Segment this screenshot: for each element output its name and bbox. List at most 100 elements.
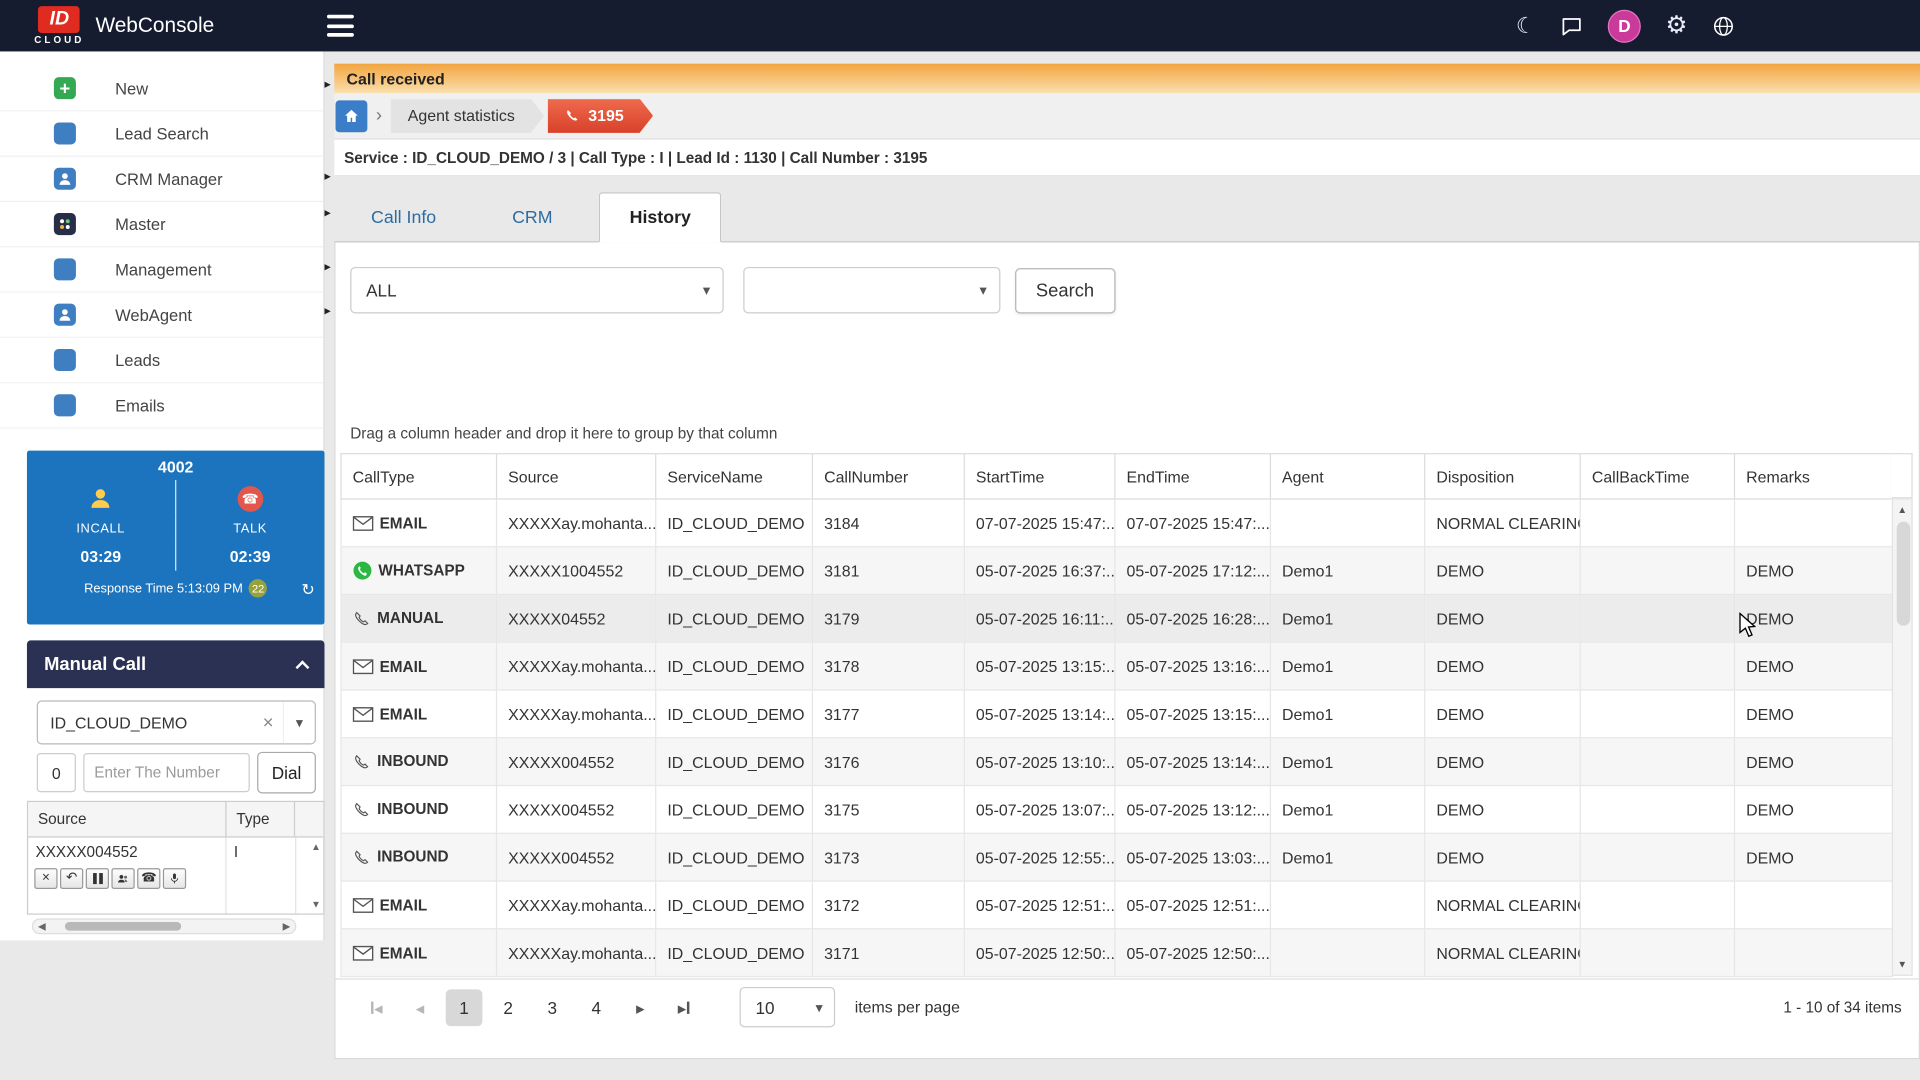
sidebar-item-leads[interactable]: Leads xyxy=(0,338,323,383)
phone-number-input[interactable] xyxy=(83,753,250,792)
service-info-text: Service : ID_CLOUD_DEMO / 3 | Call Type … xyxy=(344,149,927,166)
service-combobox[interactable]: ID_CLOUD_DEMO xyxy=(37,700,316,744)
column-header-servicename[interactable]: ServiceName xyxy=(656,454,813,499)
horizontal-scroll-thumb[interactable] xyxy=(65,922,181,931)
phone-icon: ☎ xyxy=(141,872,156,884)
phone-button[interactable]: ☎ xyxy=(137,868,160,889)
next-page-button[interactable] xyxy=(622,989,659,1026)
table-row[interactable]: EMAILXXXXXay.mohanta...ID_CLOUD_DEMO3171… xyxy=(341,929,1892,977)
tab-active-call[interactable]: 3195 xyxy=(548,99,653,133)
collapse-arrow[interactable] xyxy=(324,305,334,318)
remarks-cell: DEMO xyxy=(1734,547,1892,595)
sidebar-item-new[interactable]: +New xyxy=(0,66,323,111)
mini-column-type[interactable]: Type xyxy=(227,802,296,836)
clear-icon[interactable] xyxy=(253,712,282,733)
filter-value-dropdown[interactable] xyxy=(743,267,1000,314)
page-button-3[interactable]: 3 xyxy=(534,989,571,1026)
globe-icon[interactable] xyxy=(1712,14,1735,37)
servicename-cell: ID_CLOUD_DEMO xyxy=(656,547,813,595)
tab-crm[interactable]: CRM xyxy=(483,192,582,242)
phone-icon xyxy=(565,108,581,124)
callbacktime-cell xyxy=(1580,594,1734,642)
table-row[interactable]: INBOUNDXXXXX004552ID_CLOUD_DEMO317605-07… xyxy=(341,738,1892,786)
tab-call-info[interactable]: Call Info xyxy=(342,192,466,242)
collapse-arrow[interactable] xyxy=(324,261,334,274)
table-row[interactable]: INBOUNDXXXXX004552ID_CLOUD_DEMO317305-07… xyxy=(341,833,1892,881)
column-header-callnumber[interactable]: CallNumber xyxy=(812,454,964,499)
grid-vertical-scrollbar[interactable] xyxy=(1892,498,1913,976)
column-header-source[interactable]: Source xyxy=(497,454,656,499)
refresh-icon[interactable]: ↻ xyxy=(301,580,314,600)
settings-gear-icon[interactable]: ⚙ xyxy=(1665,13,1687,37)
collapse-arrow[interactable] xyxy=(324,207,334,220)
hold-button[interactable] xyxy=(86,868,109,889)
close-button[interactable]: × xyxy=(34,868,57,889)
scroll-down-icon[interactable] xyxy=(1897,954,1907,975)
table-row[interactable]: WHATSAPPXXXXX1004552ID_CLOUD_DEMO318105-… xyxy=(341,547,1892,595)
sidebar-item-lead-search[interactable]: Lead Search xyxy=(0,111,323,156)
prefix-input[interactable] xyxy=(37,753,76,792)
sidebar-item-master[interactable]: Master xyxy=(0,202,323,247)
column-header-endtime[interactable]: EndTime xyxy=(1115,454,1271,499)
chat-icon[interactable] xyxy=(1560,14,1583,37)
table-row[interactable]: EMAILXXXXXay.mohanta...ID_CLOUD_DEMO3172… xyxy=(341,881,1892,929)
page-button-4[interactable]: 4 xyxy=(578,989,615,1026)
grid-header-row: CallTypeSourceServiceNameCallNumberStart… xyxy=(341,454,1892,499)
previous-page-button[interactable] xyxy=(402,989,439,1026)
agent-cell: Demo1 xyxy=(1270,547,1424,595)
page-button-2[interactable]: 2 xyxy=(490,989,527,1026)
column-header-agent[interactable]: Agent xyxy=(1270,454,1424,499)
collapse-arrow[interactable] xyxy=(324,78,334,91)
column-header-callbacktime[interactable]: CallBackTime xyxy=(1580,454,1734,499)
first-page-button[interactable] xyxy=(358,989,395,1026)
search-button[interactable]: Search xyxy=(1015,268,1115,313)
mini-column-source[interactable]: Source xyxy=(28,802,226,836)
manual-call-header[interactable]: Manual Call xyxy=(27,640,325,688)
last-page-button[interactable] xyxy=(666,989,703,1026)
column-header-remarks[interactable]: Remarks xyxy=(1734,454,1892,499)
transfer-button[interactable]: ↶ xyxy=(60,868,83,889)
table-row[interactable]: EMAILXXXXXay.mohanta...ID_CLOUD_DEMO3177… xyxy=(341,690,1892,738)
table-row[interactable]: INBOUNDXXXXX004552ID_CLOUD_DEMO317505-07… xyxy=(341,786,1892,834)
scroll-up-icon[interactable] xyxy=(1897,500,1907,521)
mini-scroll-down-icon[interactable] xyxy=(311,899,321,910)
column-header-calltype[interactable]: CallType xyxy=(341,454,497,499)
app-title: WebConsole xyxy=(95,13,214,37)
menu-toggle-button[interactable] xyxy=(327,13,356,37)
column-header-starttime[interactable]: StartTime xyxy=(964,454,1115,499)
user-avatar[interactable]: D xyxy=(1608,9,1641,42)
tab-agent-statistics[interactable]: Agent statistics xyxy=(391,99,545,133)
page-size-dropdown[interactable]: 10 xyxy=(740,987,836,1027)
sidebar-item-webagent[interactable]: WebAgent xyxy=(0,293,323,338)
conference-button[interactable] xyxy=(111,868,134,889)
starttime-cell: 05-07-2025 16:37:... xyxy=(964,547,1115,595)
table-row[interactable]: EMAILXXXXXay.mohanta...ID_CLOUD_DEMO3184… xyxy=(341,499,1892,547)
calltype-label: INBOUND xyxy=(377,849,448,866)
calltype-label: EMAIL xyxy=(380,515,428,532)
page-button-1[interactable]: 1 xyxy=(446,989,483,1026)
dial-button[interactable]: Dial xyxy=(257,752,316,794)
combobox-dropdown-arrow-icon[interactable] xyxy=(283,702,315,744)
sidebar-horizontal-scrollbar[interactable] xyxy=(32,918,296,934)
table-row[interactable]: MANUALXXXXX04552ID_CLOUD_DEMO317905-07-2… xyxy=(341,594,1892,642)
mini-scroll-up-icon[interactable] xyxy=(311,841,321,852)
dark-mode-moon-icon[interactable]: ☾ xyxy=(1516,15,1536,37)
table-row[interactable]: EMAILXXXXXay.mohanta...ID_CLOUD_DEMO3178… xyxy=(341,642,1892,690)
mini-grid-header: Source Type xyxy=(28,802,323,838)
column-header-disposition[interactable]: Disposition xyxy=(1425,454,1581,499)
sidebar-item-emails[interactable]: Emails xyxy=(0,383,323,428)
collapse-arrow[interactable] xyxy=(324,170,334,183)
disposition-cell: NORMAL CLEARING xyxy=(1425,499,1581,547)
sidebar-item-management[interactable]: Management xyxy=(0,247,323,292)
home-button[interactable] xyxy=(336,100,368,132)
sidebar-item-crm-manager[interactable]: CRM Manager xyxy=(0,157,323,202)
vertical-scroll-thumb[interactable] xyxy=(1897,522,1910,626)
record-button[interactable] xyxy=(163,868,186,889)
scroll-right-icon[interactable] xyxy=(283,920,291,933)
tab-history[interactable]: History xyxy=(599,192,721,242)
callnumber-cell: 3181 xyxy=(812,547,964,595)
filter-type-dropdown[interactable]: ALL xyxy=(350,267,723,314)
servicename-cell: ID_CLOUD_DEMO xyxy=(656,929,813,977)
scroll-left-icon[interactable] xyxy=(38,920,46,933)
calltype-cell: EMAIL xyxy=(341,690,497,738)
